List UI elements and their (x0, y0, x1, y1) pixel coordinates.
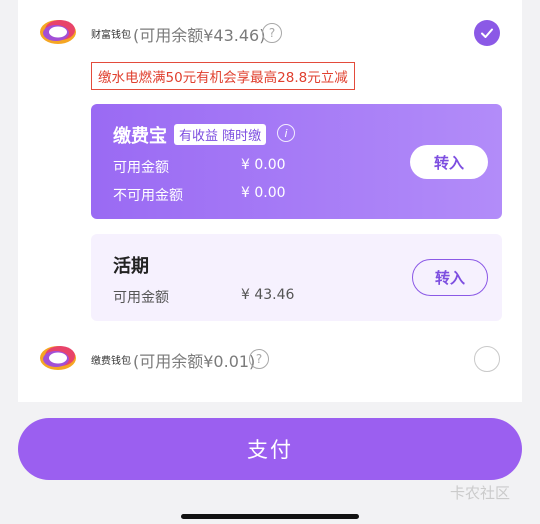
promo-banner: 缴水电燃满50元有机会享最高28.8元立减 (91, 62, 355, 90)
unavailable-amount-label: 不可用金额 (113, 188, 183, 204)
card-title: 缴费宝 (113, 126, 167, 147)
available-amount-value: ¥ 0.00 (241, 157, 286, 173)
wallet-option-payment[interactable]: 缴费钱包 (可用余额¥0.01) ? (18, 336, 522, 380)
wallet-logo-icon (40, 346, 76, 370)
earnings-badge: 有收益 随时缴 (174, 124, 267, 145)
card-title: 活期 (113, 256, 149, 277)
unselected-radio-icon[interactable] (474, 346, 500, 372)
wallet-available-balance: (可用余额¥0.01) (133, 352, 256, 371)
payment-method-panel: 财富钱包 (可用余额¥43.46) ? 缴水电燃满50元有机会享最高28.8元立… (18, 0, 522, 402)
transfer-in-button[interactable]: 转入 (412, 259, 488, 296)
transfer-in-button[interactable]: 转入 (410, 145, 488, 179)
available-amount-label: 可用金额 (113, 160, 169, 176)
info-icon[interactable]: i (277, 124, 295, 142)
wallet-available-balance: (可用余额¥43.46) (133, 26, 266, 45)
unavailable-amount-value: ¥ 0.00 (241, 185, 286, 201)
help-icon[interactable]: ? (262, 23, 282, 43)
wallet-name: 缴费钱包 (91, 356, 131, 367)
wallet-name: 财富钱包 (91, 30, 131, 41)
pay-button[interactable]: 支付 (18, 418, 522, 480)
watermark: 卡农社区 (450, 484, 511, 502)
wallet-option-wealth[interactable]: 财富钱包 (可用余额¥43.46) ? (18, 10, 522, 54)
card-demand-deposit: 活期 可用金额 ¥ 43.46 转入 (91, 234, 502, 321)
available-amount-label: 可用金额 (113, 290, 169, 306)
home-indicator (181, 514, 359, 519)
help-icon[interactable]: ? (249, 349, 269, 369)
card-payment-treasure: 缴费宝 有收益 随时缴 i 可用金额 ¥ 0.00 不可用金额 ¥ 0.00 转… (91, 104, 502, 219)
selected-check-icon[interactable] (474, 20, 500, 46)
wallet-logo-icon (40, 20, 76, 44)
available-amount-value: ¥ 43.46 (241, 287, 295, 303)
